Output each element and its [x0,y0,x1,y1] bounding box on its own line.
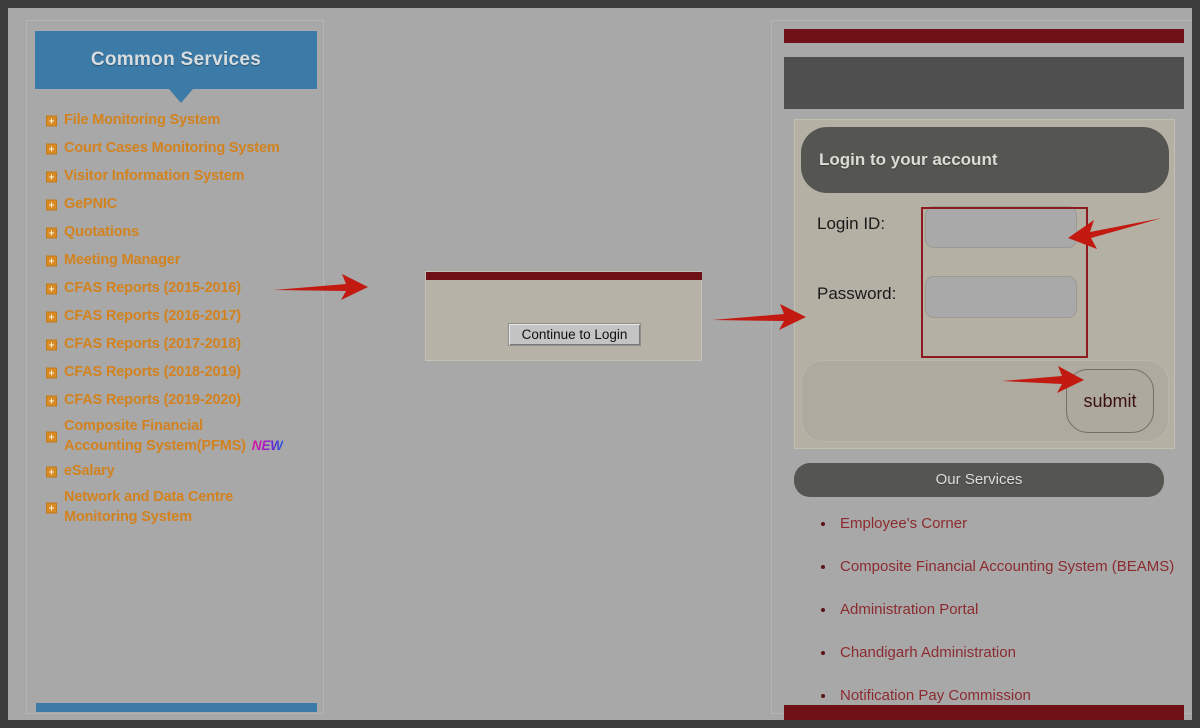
sidebar-item-label: eSalary [64,463,115,480]
sidebar-item-label: CFAS Reports (2015-2016) [64,280,241,296]
sidebar-item-label: Meeting Manager [64,252,181,268]
sidebar-item-label: CFAS Reports (2017-2018) [64,336,241,352]
plus-box-icon [46,431,57,443]
service-link-administration-portal[interactable]: Administration Portal [818,593,1188,636]
sidebar-item-label: File Monitoring System [64,112,221,128]
sidebar-item-label: Visitor Information System [64,168,245,184]
plus-box-icon [46,283,57,295]
sidebar-item-cfas-reports-2017-2018[interactable]: CFAS Reports (2017-2018) [27,331,325,359]
new-badge: NEW [252,437,283,455]
sidebar-item-label: CFAS Reports (2016-2017) [64,308,241,324]
sidebar-item-gepnic[interactable]: GePNIC [27,191,325,219]
sidebar-item-esalary[interactable]: eSalary [27,458,325,486]
sidebar-header-notch [169,89,193,103]
plus-box-icon [46,115,57,127]
sidebar-item-cfas-reports-2015-2016[interactable]: CFAS Reports (2015-2016) [27,275,325,303]
sidebar-item-composite-financial-accounting-system-pfms[interactable]: Composite Financial Accounting System(PF… [27,415,325,458]
submit-button[interactable]: submit [1066,369,1154,433]
sidebar-item-cfas-reports-2016-2017[interactable]: CFAS Reports (2016-2017) [27,303,325,331]
plus-box-icon [46,143,57,155]
plus-box-icon [46,255,57,267]
sidebar-item-label-line2: Accounting System(PFMS) [64,437,246,454]
login-id-label: Login ID: [817,214,886,233]
sidebar-item-label-line1: Network and Data Centre [64,489,233,506]
plus-box-icon [46,227,57,239]
plus-box-icon [46,171,57,183]
sidebar-item-meeting-manager[interactable]: Meeting Manager [27,247,325,275]
sidebar-item-label: CFAS Reports (2019-2020) [64,392,241,408]
plus-box-icon [46,395,57,407]
sidebar-item-label-line2-wrap: Accounting System(PFMS) NEW [64,437,319,457]
sidebar-item-court-cases-monitoring-system[interactable]: Court Cases Monitoring System [27,135,325,163]
sidebar-item-visitor-information-system[interactable]: Visitor Information System [27,163,325,191]
plus-box-icon [46,311,57,323]
plus-box-icon [46,466,57,478]
service-link-chandigarh-administration[interactable]: Chandigarh Administration [818,636,1188,679]
sidebar-item-label-line2: Monitoring System [64,509,192,526]
plus-box-icon [46,339,57,351]
login-id-input[interactable] [925,206,1077,248]
login-card-title: Login to your account [801,127,1169,193]
password-input[interactable] [925,276,1077,318]
sidebar-header-title: Common Services [35,31,317,89]
plus-box-icon [46,367,57,379]
continue-to-login-panel: Continue to Login [425,271,702,361]
sidebar-item-label: Court Cases Monitoring System [64,140,280,156]
password-row: Password: [817,276,1157,320]
sidebar-item-label: CFAS Reports (2018-2019) [64,364,241,380]
sidebar-item-cfas-reports-2018-2019[interactable]: CFAS Reports (2018-2019) [27,359,325,387]
plus-box-icon [46,502,57,514]
sidebar-item-cfas-reports-2019-2020[interactable]: CFAS Reports (2019-2020) [27,387,325,415]
plus-box-icon [46,199,57,211]
center-panel-top-bar [426,272,702,280]
sidebar-item-quotations[interactable]: Quotations [27,219,325,247]
sidebar-footer-bar [36,703,317,712]
service-link-employees-corner[interactable]: Employee's Corner [818,507,1188,550]
login-panel-bottom-bar [784,705,1184,720]
sidebar-item-label: Quotations [64,224,140,240]
service-link-composite-financial-accounting-system-beams[interactable]: Composite Financial Accounting System (B… [818,550,1188,593]
login-panel: Login to your account Login ID: Password… [771,20,1192,720]
sidebar-item-label: GePNIC [64,196,118,212]
login-id-row: Login ID: [817,206,1157,250]
login-panel-top-bar [784,29,1184,43]
sidebar-item-label-line1: Composite Financial [64,418,203,434]
sidebar-item-network-and-data-centre-monitoring-system[interactable]: Network and Data Centre Monitoring Syste… [27,486,325,529]
screenshot-root: Common Services File Monitoring System C… [0,0,1200,728]
login-panel-banner [784,57,1184,109]
sidebar-menu-list: File Monitoring System Court Cases Monit… [27,107,325,530]
submit-section: submit [801,360,1169,442]
login-card: Login to your account Login ID: Password… [794,119,1175,449]
our-services-list: Employee's Corner Composite Financial Ac… [818,507,1188,720]
our-services-header: Our Services [794,463,1164,497]
common-services-sidebar: Common Services File Monitoring System C… [26,20,324,714]
password-label: Password: [817,284,897,303]
sidebar-item-file-monitoring-system[interactable]: File Monitoring System [27,107,325,135]
continue-to-login-button[interactable]: Continue to Login [508,323,641,346]
